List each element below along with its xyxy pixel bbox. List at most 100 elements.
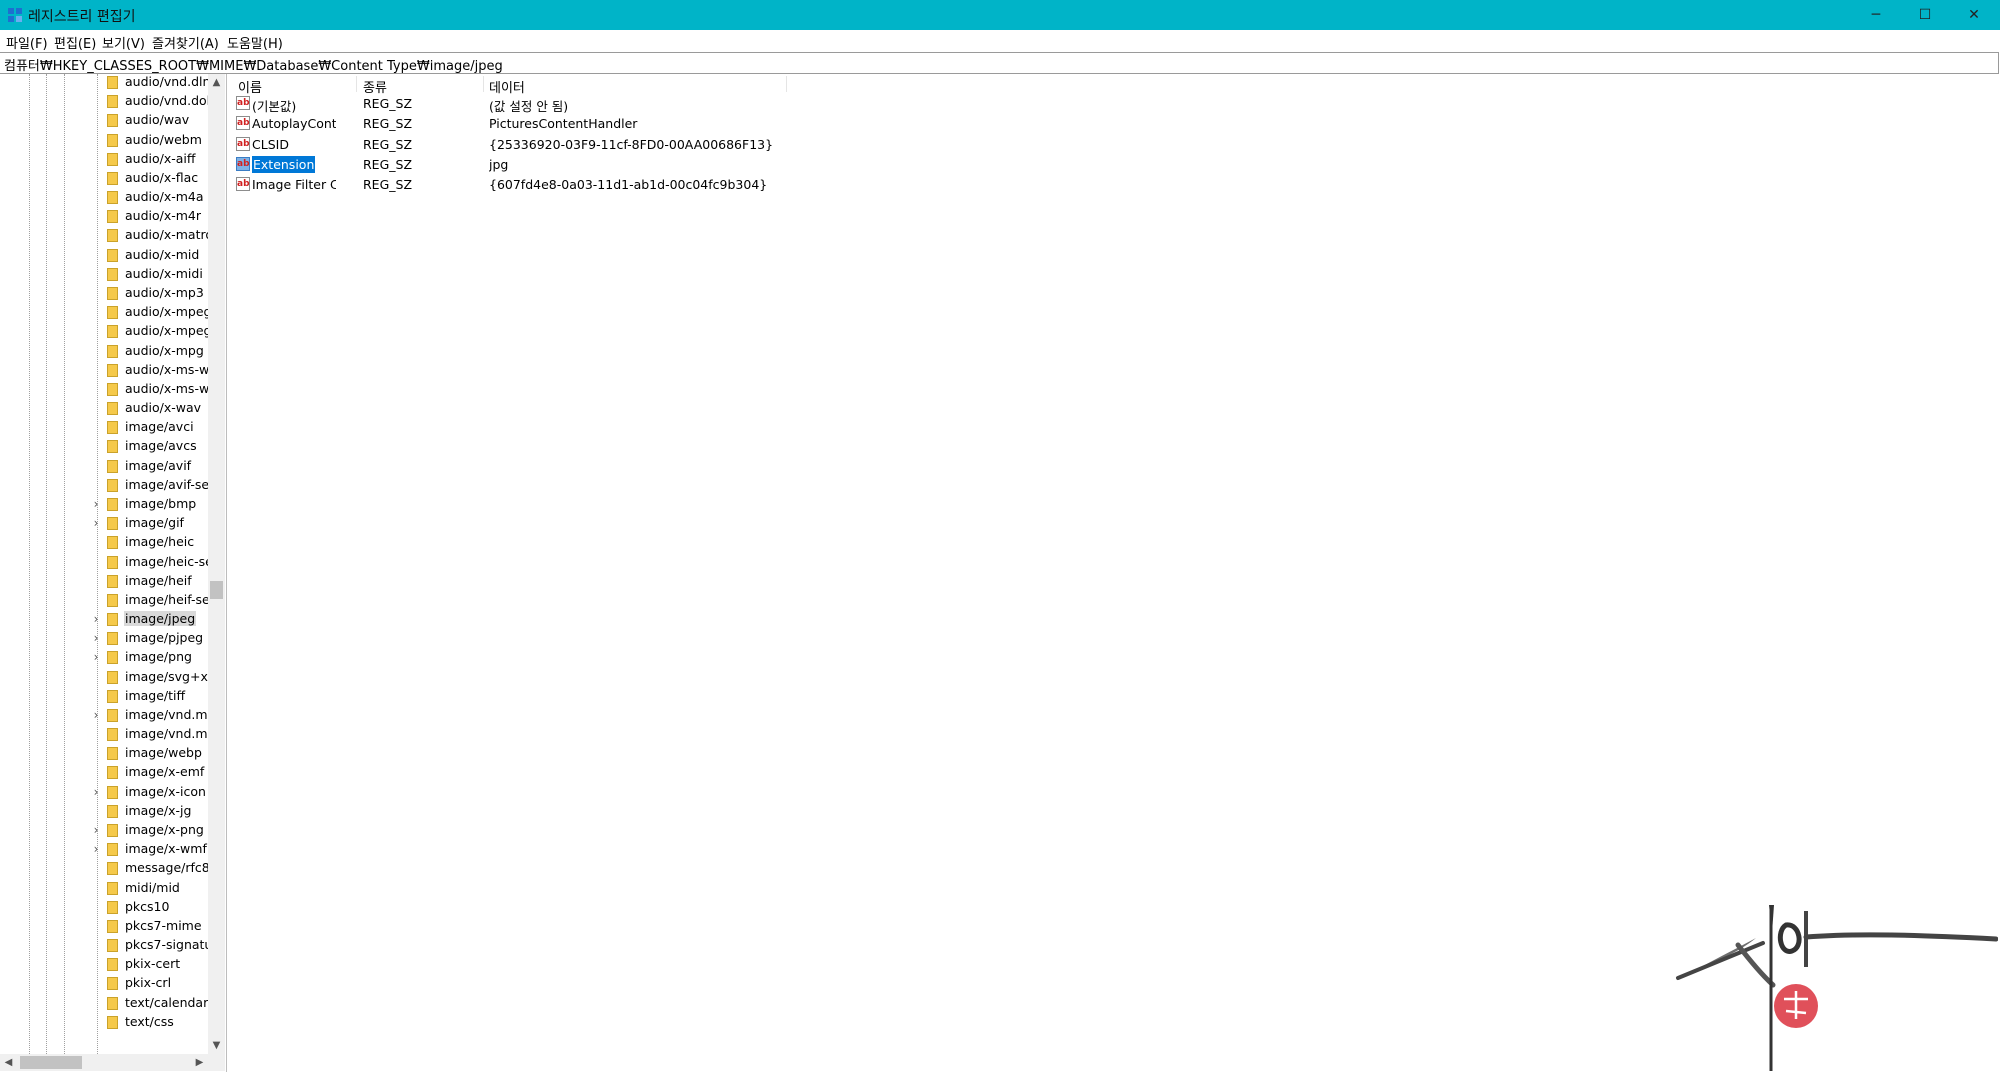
column-separator[interactable] xyxy=(483,76,484,92)
tree-item[interactable]: image/x-emf xyxy=(0,763,208,782)
horizontal-scroll-thumb[interactable] xyxy=(20,1056,82,1069)
tree-item[interactable]: image/avif-sequence xyxy=(0,476,210,495)
tree-item[interactable]: pkix-cert xyxy=(0,955,208,974)
tree-item[interactable]: pkcs10 xyxy=(0,898,208,917)
tree-item[interactable]: audio/x-aiff xyxy=(0,150,208,169)
value-row[interactable]: ab (기본값) REG_SZ (값 설정 안 됨) xyxy=(230,94,990,114)
folder-icon xyxy=(107,613,118,627)
value-name: Image Filter CLS... xyxy=(252,177,336,193)
column-separator[interactable] xyxy=(786,76,787,92)
tree-item[interactable]: audio/x-ms-wax xyxy=(0,361,210,380)
scroll-right-icon[interactable]: ▶ xyxy=(191,1054,208,1071)
tree-item[interactable]: image/avif xyxy=(0,457,208,476)
menu-view[interactable]: 보기(V) xyxy=(102,33,145,52)
tree-item[interactable]: image/x-jg xyxy=(0,802,208,821)
tree-item[interactable]: › image/png xyxy=(0,648,208,667)
tree-item[interactable]: audio/x-mpg xyxy=(0,342,208,361)
expand-chevron-icon[interactable]: › xyxy=(90,650,102,664)
tree-item[interactable]: › image/vnd.ms-dds xyxy=(0,706,210,725)
maximize-button[interactable]: ☐ xyxy=(1901,0,1949,30)
tree-item[interactable]: › image/pjpeg xyxy=(0,629,208,648)
expand-chevron-icon[interactable]: › xyxy=(90,708,102,722)
tree-item[interactable]: image/heif-sequence xyxy=(0,591,210,610)
menu-help[interactable]: 도움말(H) xyxy=(227,33,283,52)
tree-item-label: image/avif-sequence xyxy=(125,476,210,492)
tree-item-label: audio/webm xyxy=(125,131,202,147)
tree-item[interactable]: audio/vnd.dlna xyxy=(0,74,210,92)
expand-chevron-icon[interactable]: › xyxy=(90,612,102,626)
tree-horizontal-scrollbar[interactable]: ◀ ▶ xyxy=(0,1054,208,1071)
tree-item[interactable]: audio/x-matroska xyxy=(0,226,210,245)
value-row[interactable]: abAutoplayContent... REG_SZ PicturesConten… xyxy=(230,114,990,134)
tree-item[interactable]: › image/x-png xyxy=(0,821,208,840)
expand-chevron-icon[interactable]: › xyxy=(90,823,102,837)
tree-item[interactable]: audio/x-mpeg xyxy=(0,303,210,322)
scroll-down-icon[interactable]: ▼ xyxy=(208,1037,225,1054)
menu-edit[interactable]: 편집(E) xyxy=(54,33,96,52)
tree-item[interactable]: image/avci xyxy=(0,418,208,437)
folder-icon xyxy=(107,344,118,358)
tree-item[interactable]: audio/x-mid xyxy=(0,246,208,265)
minimize-button[interactable]: ─ xyxy=(1852,0,1900,30)
title-bar[interactable]: 레지스트리 편집기 ─ ☐ ✕ xyxy=(0,0,2000,30)
tree-item[interactable]: text/css xyxy=(0,1013,208,1032)
tree-item[interactable]: › image/x-icon xyxy=(0,783,208,802)
tree-item[interactable]: image/vnd.ms-photo xyxy=(0,725,210,744)
tree-item[interactable]: image/svg+xml xyxy=(0,668,210,687)
scroll-up-icon[interactable]: ▲ xyxy=(208,74,225,91)
expand-chevron-icon[interactable]: › xyxy=(90,631,102,645)
address-bar[interactable]: 컴퓨터₩HKEY_CLASSES_ROOT₩MIME₩Database₩Cont… xyxy=(0,52,1999,74)
folder-icon xyxy=(107,402,118,416)
column-separator[interactable] xyxy=(356,76,357,92)
value-row[interactable]: ab Extension REG_SZ jpg xyxy=(230,155,990,175)
value-row[interactable]: abImage Filter CLS... REG_SZ {607fd4e8-0a0… xyxy=(230,175,990,195)
tree-item[interactable]: image/avcs xyxy=(0,437,208,456)
tree-item[interactable]: pkcs7-mime xyxy=(0,917,208,936)
address-path[interactable]: 컴퓨터₩HKEY_CLASSES_ROOT₩MIME₩Database₩Cont… xyxy=(4,55,503,74)
tree-item-label: audio/x-mpg xyxy=(125,342,204,358)
tree-item[interactable]: image/heic-sequence xyxy=(0,553,210,572)
expand-chevron-icon[interactable]: › xyxy=(90,785,102,799)
tree-item[interactable]: audio/x-midi xyxy=(0,265,208,284)
registry-tree-pane[interactable]: audio/vnd.dlna audio/vnd.dolby audio/wav au… xyxy=(0,74,227,1072)
tree-item[interactable]: audio/x-ms-wma xyxy=(0,380,210,399)
tree-item[interactable]: audio/webm xyxy=(0,131,208,150)
tree-item-label: midi/mid xyxy=(125,879,180,895)
tree-item[interactable]: audio/x-wav xyxy=(0,399,208,418)
value-type: REG_SZ xyxy=(363,177,413,193)
tree-item-label: audio/wav xyxy=(125,112,190,128)
tree-item[interactable]: audio/vnd.dolby xyxy=(0,92,210,111)
tree-item[interactable]: image/webp xyxy=(0,744,208,763)
tree-item[interactable]: text/calendar xyxy=(0,994,208,1013)
tree-item[interactable]: › image/x-wmf xyxy=(0,840,208,859)
tree-item[interactable]: midi/mid xyxy=(0,879,208,898)
tree-item[interactable]: audio/x-mpegurl xyxy=(0,322,210,341)
tree-item[interactable]: audio/wav xyxy=(0,111,208,130)
expand-chevron-icon[interactable]: › xyxy=(90,497,102,511)
string-value-icon: ab xyxy=(236,177,250,192)
tree-item-label: pkcs10 xyxy=(125,898,170,914)
tree-item[interactable]: pkcs7-signature xyxy=(0,936,210,955)
tree-item[interactable]: message/rfc822 xyxy=(0,859,210,878)
expand-chevron-icon[interactable]: › xyxy=(90,516,102,530)
tree-item[interactable]: audio/x-flac xyxy=(0,169,208,188)
scroll-left-icon[interactable]: ◀ xyxy=(0,1054,17,1071)
tree-item[interactable]: › image/bmp xyxy=(0,495,208,514)
menu-favorites[interactable]: 즐겨찾기(A) xyxy=(152,33,219,52)
tree-vertical-scrollbar[interactable]: ▲ ▼ xyxy=(208,74,225,1054)
vertical-scroll-thumb[interactable] xyxy=(210,581,223,599)
tree-item[interactable]: pkix-crl xyxy=(0,974,208,993)
folder-icon xyxy=(107,152,118,166)
menu-file[interactable]: 파일(F) xyxy=(6,33,48,52)
tree-item[interactable]: image/heic xyxy=(0,533,208,552)
tree-item[interactable]: audio/x-m4r xyxy=(0,207,208,226)
tree-item[interactable]: audio/x-m4a xyxy=(0,188,208,207)
tree-item[interactable]: image/heif xyxy=(0,572,208,591)
value-row[interactable]: ab CLSID REG_SZ {25336920-03F9-11cf-8FD0-00… xyxy=(230,135,990,155)
tree-item[interactable]: › image/jpeg xyxy=(0,610,208,629)
tree-item[interactable]: audio/x-mp3 xyxy=(0,284,208,303)
close-button[interactable]: ✕ xyxy=(1950,0,1998,30)
expand-chevron-icon[interactable]: › xyxy=(90,842,102,856)
tree-item[interactable]: image/tiff xyxy=(0,687,208,706)
tree-item[interactable]: › image/gif xyxy=(0,514,208,533)
